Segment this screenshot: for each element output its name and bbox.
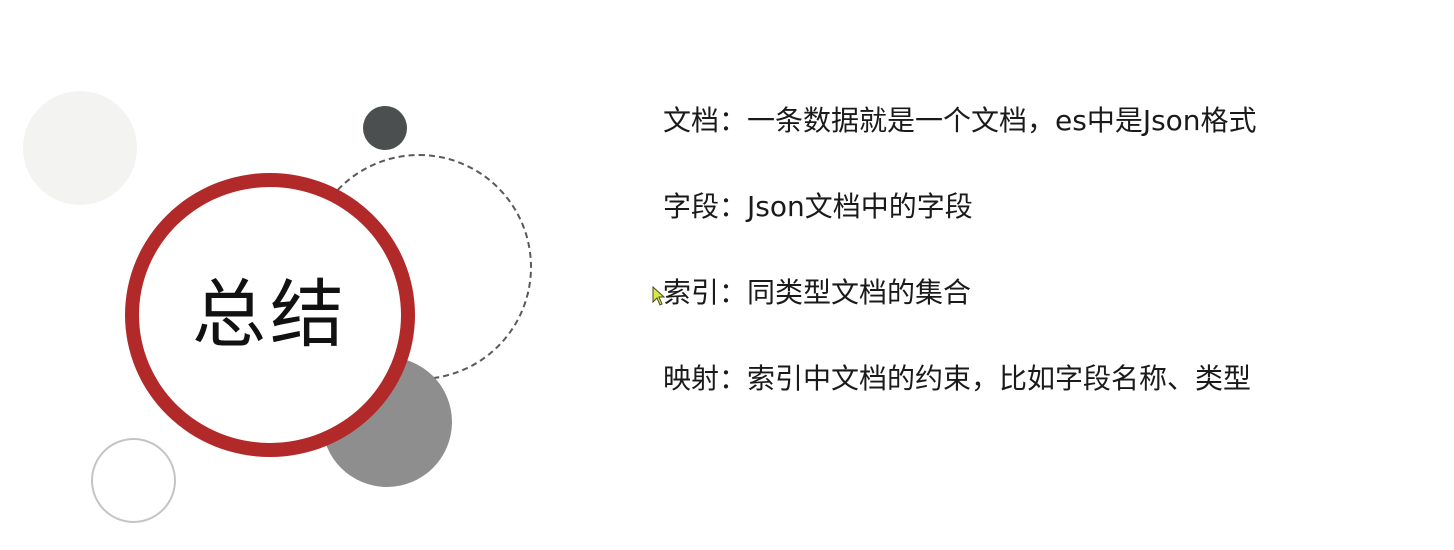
summary-item-document: 文档：一条数据就是一个文档，es中是Json格式 xyxy=(663,104,1257,137)
title-ring: 总结 xyxy=(125,173,415,457)
summary-item-index: 索引：同类型文档的集合 xyxy=(663,276,972,309)
summary-slide: 总结 文档：一条数据就是一个文档，es中是Json格式 字段：Json文档中的字… xyxy=(0,0,1454,550)
summary-item-mapping: 映射：索引中文档的约束，比如字段名称、类型 xyxy=(663,362,1252,395)
decor-outline-circle xyxy=(91,438,176,523)
summary-item-field: 字段：Json文档中的字段 xyxy=(663,190,973,223)
summary-list: 文档：一条数据就是一个文档，es中是Json格式 字段：Json文档中的字段 索… xyxy=(663,96,1257,440)
slide-title: 总结 xyxy=(192,272,348,358)
decor-dark-dot xyxy=(363,106,407,150)
decor-light-gray-circle xyxy=(23,91,137,205)
